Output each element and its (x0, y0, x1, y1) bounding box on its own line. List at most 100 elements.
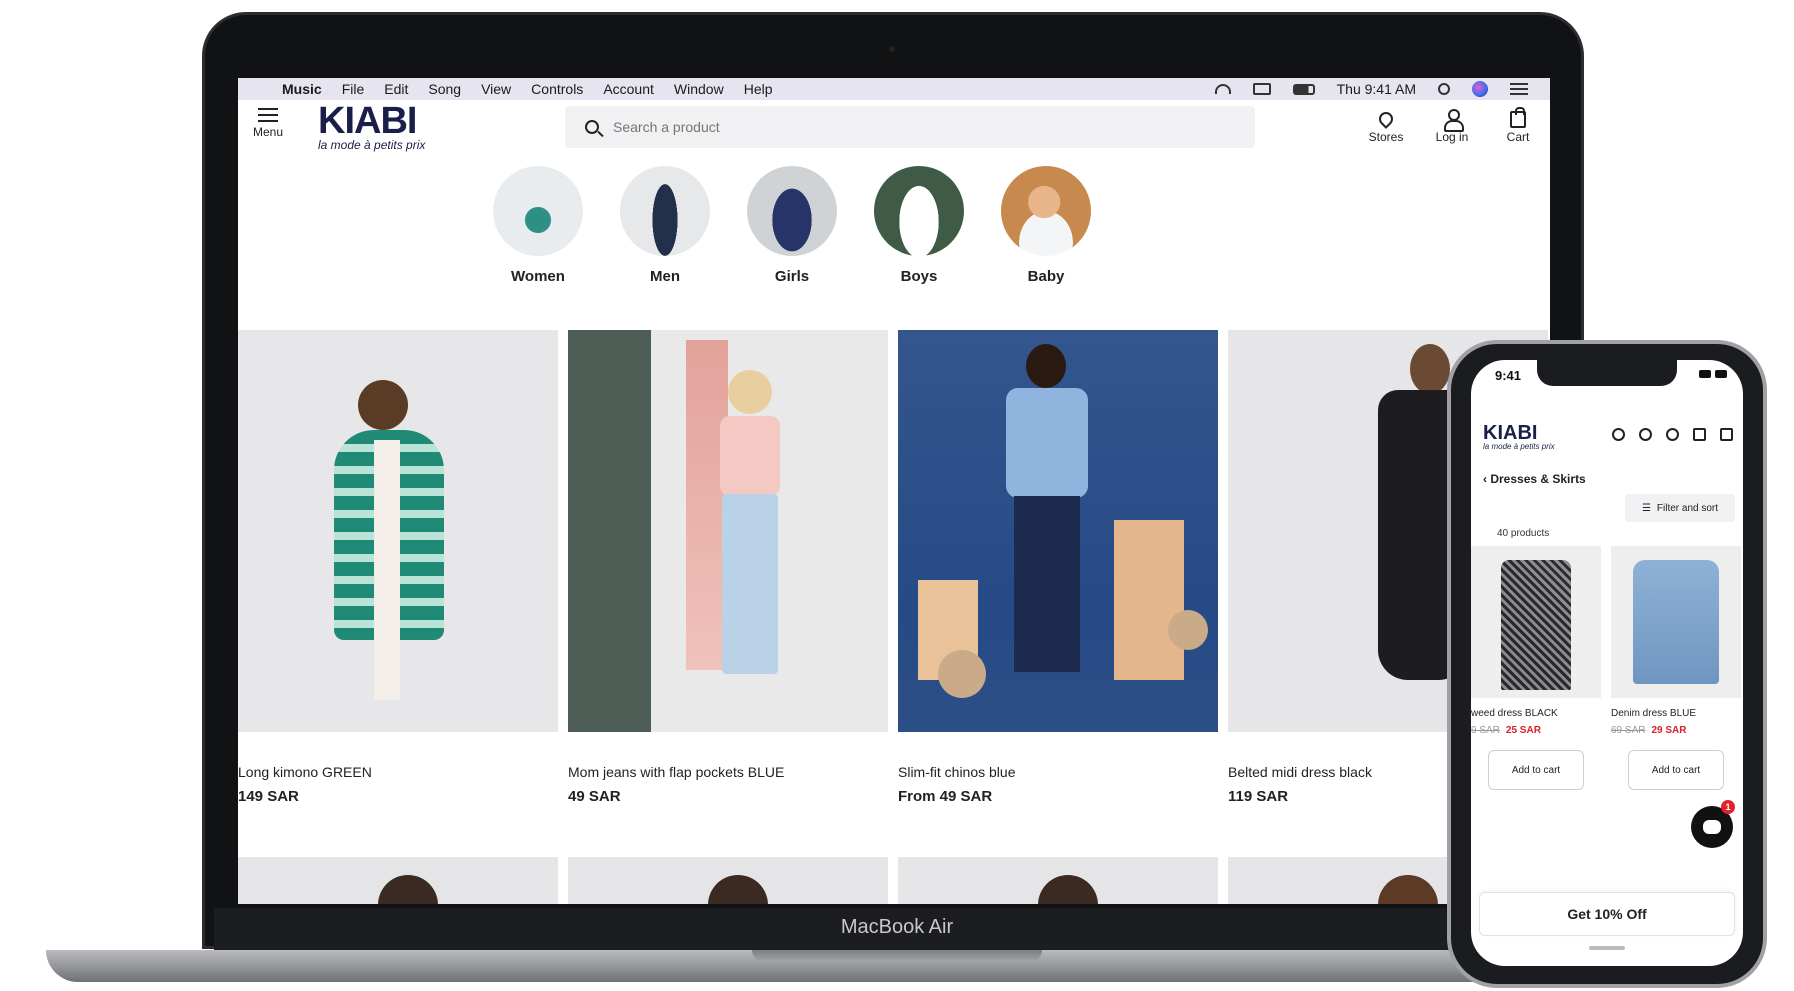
phone-notch (1537, 360, 1677, 386)
discount-cta-button[interactable]: Get 10% Off (1479, 892, 1735, 936)
category-boys[interactable]: Boys (874, 166, 964, 285)
product-card[interactable] (898, 857, 1218, 904)
product-card[interactable]: Slim-fit chinos blue From 49 SAR (898, 330, 1218, 805)
siri-icon[interactable] (1472, 81, 1488, 97)
sale-price: 29 SAR (1651, 725, 1687, 736)
category-label: Women (511, 268, 565, 285)
laptop-model-label: MacBook Air (840, 916, 954, 938)
battery-icon (1715, 370, 1727, 378)
menubar-item-view[interactable]: View (481, 81, 511, 97)
category-label: Boys (900, 268, 938, 285)
category-label: Baby (1027, 268, 1065, 285)
product-grid: Long kimono GREEN 149 SAR Mom jeans with… (238, 330, 1548, 805)
search-input[interactable] (613, 119, 1213, 135)
location-pin-icon[interactable] (1639, 428, 1652, 441)
sliders-icon: ☰ (1641, 502, 1651, 514)
old-price: 69 SAR (1611, 725, 1646, 736)
product-image-mom-jeans[interactable] (568, 330, 888, 732)
menubar-app-name[interactable]: Music (282, 81, 322, 97)
header-actions: Stores Log in Cart (1364, 106, 1540, 144)
men-avatar (620, 166, 710, 256)
women-avatar (493, 166, 583, 256)
phone-product-card[interactable]: Denim dress BLUE 69 SAR 29 SAR Add to car… (1611, 546, 1741, 790)
phone-header-icons (1612, 428, 1733, 441)
product-name[interactable]: weed dress BLACK (1471, 708, 1601, 719)
product-name[interactable]: Denim dress BLUE (1611, 708, 1741, 719)
logo-wordmark: KIABI (318, 100, 417, 142)
login-button[interactable]: Log in (1430, 108, 1474, 144)
product-price: 49 SAR (568, 788, 621, 805)
cart-button[interactable]: Cart (1496, 106, 1540, 144)
product-card[interactable]: Mom jeans with flap pockets BLUE 49 SAR (568, 330, 888, 805)
product-image-tweed-dress[interactable] (1471, 546, 1601, 698)
product-card[interactable] (568, 857, 888, 904)
cart-label: Cart (1506, 130, 1530, 144)
filter-sort-button[interactable]: ☰ Filter and sort (1625, 494, 1735, 522)
shopping-bag-icon[interactable] (1693, 428, 1706, 441)
menubar-item-window[interactable]: Window (674, 81, 724, 97)
product-name[interactable]: Slim-fit chinos blue (898, 764, 1218, 780)
phone-status-icons (1699, 370, 1727, 378)
airplay-icon[interactable] (1252, 83, 1271, 95)
control-center-icon[interactable] (1510, 83, 1528, 95)
category-women[interactable]: Women (493, 166, 583, 285)
search-icon[interactable] (1612, 428, 1625, 441)
phone-product-card[interactable]: weed dress BLACK 9 SAR 25 SAR Add to cart (1471, 546, 1601, 790)
chat-notification-badge: 1 (1721, 800, 1735, 814)
spotlight-icon[interactable] (1438, 83, 1450, 95)
camera-dot (889, 46, 895, 52)
site-logo[interactable]: KIABI la mode à petits prix (318, 102, 425, 152)
menubar-item-help[interactable]: Help (744, 81, 773, 97)
category-girls[interactable]: Girls (747, 166, 837, 285)
baby-avatar (1001, 166, 1091, 256)
laptop-bezel-bottom: MacBook Air (214, 908, 1580, 952)
logo-tagline: la mode à petits prix (318, 138, 426, 152)
category-men[interactable]: Men (620, 166, 710, 285)
menu-label: Menu (252, 125, 284, 139)
product-image-chinos[interactable] (898, 330, 1218, 732)
filter-label: Filter and sort (1656, 502, 1719, 514)
menubar-item-controls[interactable]: Controls (531, 81, 583, 97)
device-mockup: Music File Edit Song View Controls Accou… (0, 0, 1794, 991)
menubar-clock[interactable]: Thu 9:41 AM (1337, 81, 1416, 97)
product-price: 149 SAR (238, 788, 299, 805)
add-to-cart-button[interactable]: Add to cart (1488, 750, 1584, 790)
product-price: 69 SAR 29 SAR (1611, 725, 1741, 736)
old-price: 9 SAR (1471, 725, 1500, 736)
product-price: 9 SAR 25 SAR (1471, 725, 1601, 736)
search-icon (585, 120, 599, 134)
hamburger-icon[interactable] (1720, 428, 1733, 441)
user-icon[interactable] (1666, 428, 1679, 441)
product-card[interactable] (238, 857, 558, 904)
product-name[interactable]: Mom jeans with flap pockets BLUE (568, 764, 888, 780)
stores-button[interactable]: Stores (1364, 108, 1408, 144)
product-price: From 49 SAR (898, 788, 993, 805)
category-baby[interactable]: Baby (1001, 166, 1091, 285)
menubar-item-file[interactable]: File (342, 81, 365, 97)
laptop-screen: Music File Edit Song View Controls Accou… (238, 78, 1550, 904)
battery-icon[interactable] (1292, 83, 1315, 95)
phone-breadcrumb[interactable]: ‹ Dresses & Skirts (1483, 472, 1586, 486)
girls-avatar (747, 166, 837, 256)
breadcrumb-label: Dresses & Skirts (1490, 472, 1586, 486)
laptop-hinge-notch (752, 950, 1042, 962)
menubar-item-song[interactable]: Song (428, 81, 461, 97)
product-card[interactable]: Long kimono GREEN 149 SAR (238, 330, 558, 805)
search-bar[interactable] (565, 106, 1255, 148)
add-to-cart-button[interactable]: Add to cart (1628, 750, 1724, 790)
product-grid-next-row (238, 857, 1548, 904)
menu-button[interactable]: Menu (248, 108, 288, 139)
stores-label: Stores (1368, 130, 1404, 144)
menubar-item-edit[interactable]: Edit (384, 81, 408, 97)
phone-device: 9:41 KIABI la mode à petits prix ‹ Dress… (1447, 340, 1767, 988)
phone-site-header: KIABI la mode à petits prix (1471, 422, 1743, 458)
product-image-kimono[interactable] (238, 330, 558, 732)
wifi-icon[interactable] (1214, 84, 1231, 94)
product-image-denim-dress[interactable] (1611, 546, 1741, 698)
menubar-item-account[interactable]: Account (603, 81, 654, 97)
sale-price: 25 SAR (1505, 725, 1541, 736)
signal-icon (1699, 370, 1711, 378)
product-name[interactable]: Long kimono GREEN (238, 764, 558, 780)
hamburger-icon (258, 108, 278, 122)
login-label: Log in (1435, 130, 1469, 144)
